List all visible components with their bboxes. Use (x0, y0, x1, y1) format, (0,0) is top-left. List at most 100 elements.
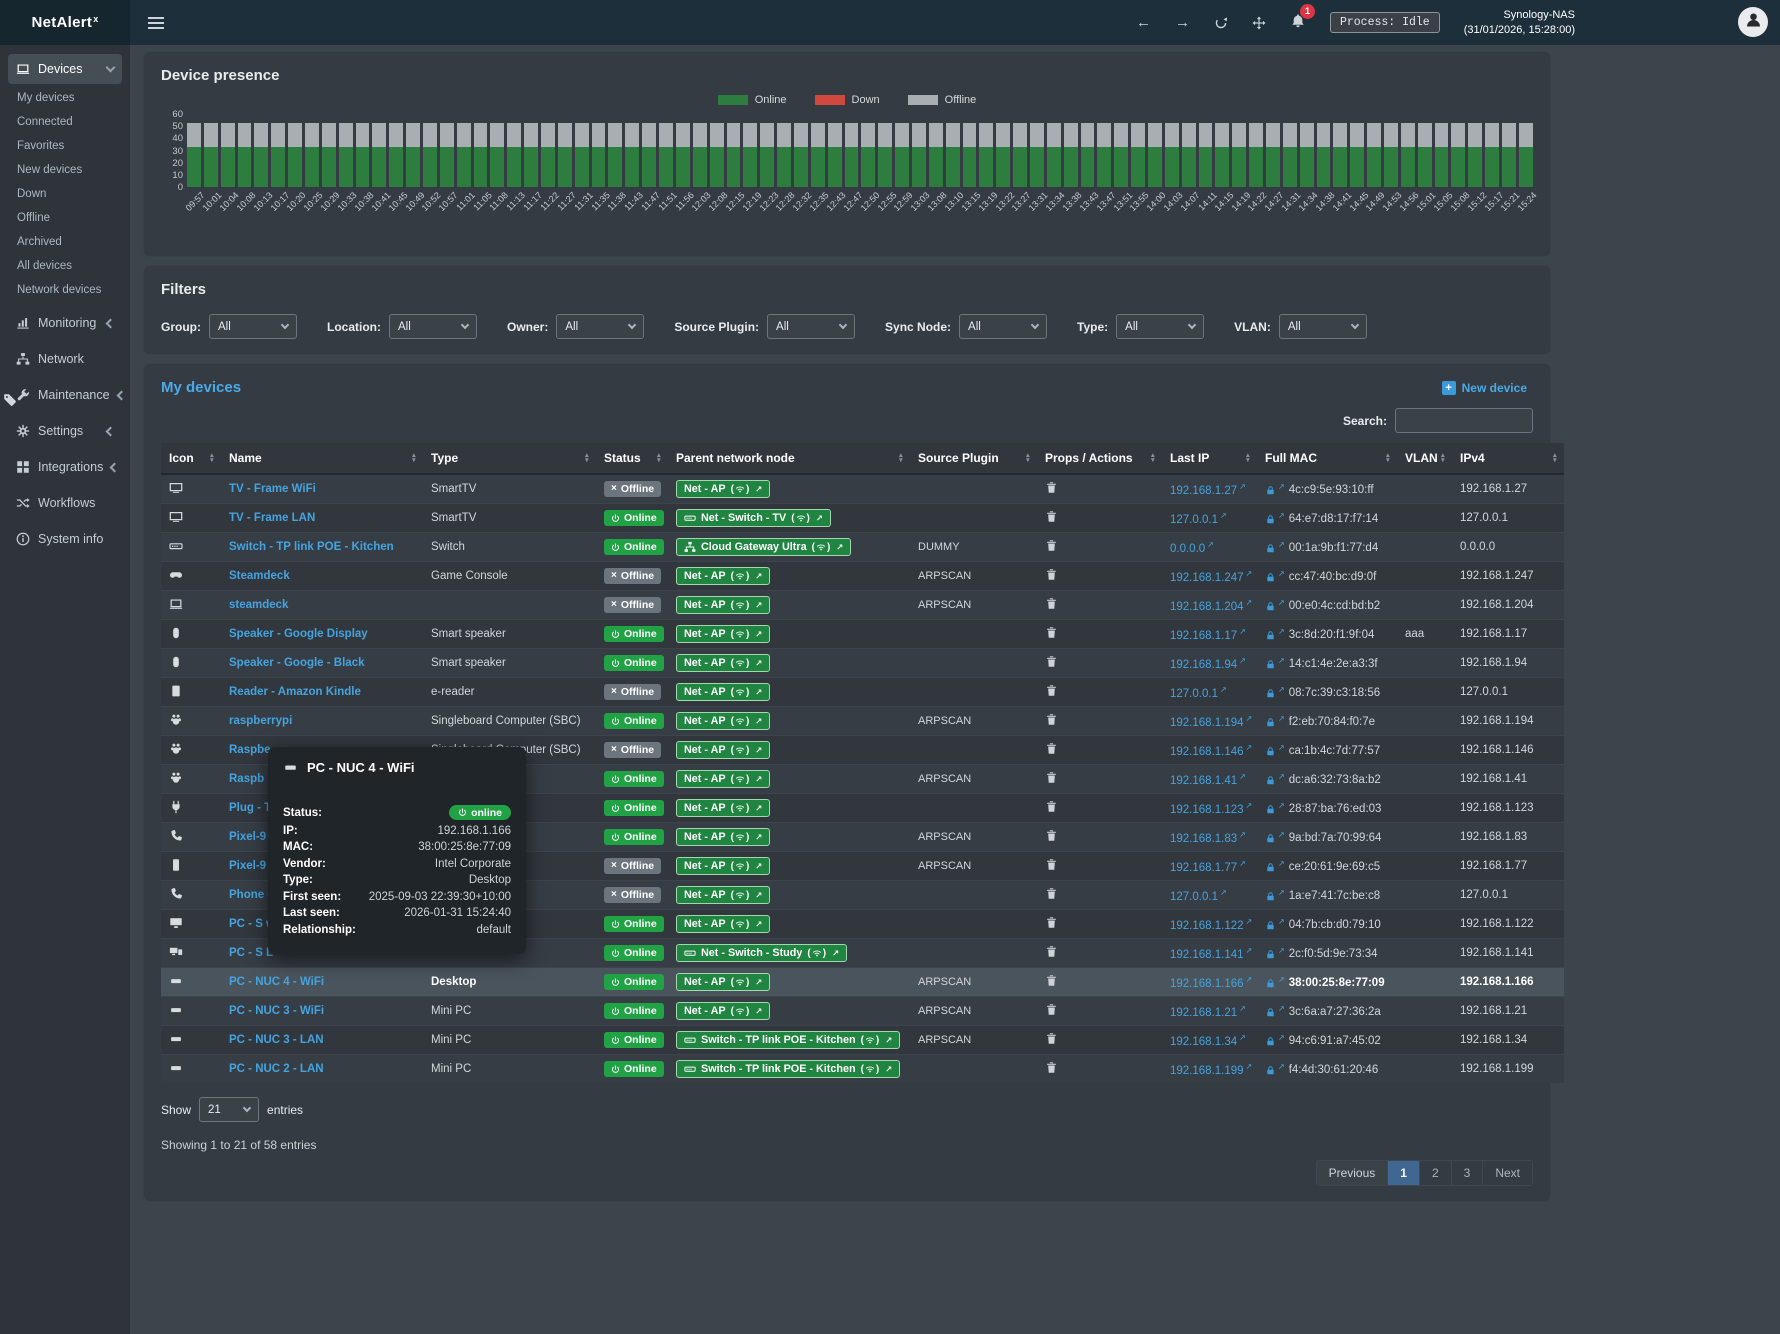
filter-source-plugin-select[interactable]: All (767, 314, 855, 339)
parent-node-button[interactable]: Net - AP()↗ (676, 480, 770, 498)
delete-icon[interactable] (1045, 568, 1058, 581)
last-ip-link[interactable]: 192.168.1.34 (1170, 1035, 1237, 1047)
last-ip-link[interactable]: 192.168.1.141 (1170, 948, 1244, 960)
device-row[interactable]: PC - NUC 3 - LANMini PCOnlineSwitch - TP… (161, 1026, 1564, 1055)
device-row[interactable]: TV - Frame LANSmartTVOnlineNet - Switch … (161, 504, 1564, 533)
sidebar-item-all-devices[interactable]: All devices (0, 254, 130, 278)
device-row[interactable]: SteamdeckGame Console×OfflineNet - AP()↗… (161, 562, 1564, 591)
device-name-link[interactable]: TV - Frame LAN (229, 512, 315, 524)
device-name-link[interactable]: PC - NUC 4 - WiFi (229, 976, 324, 988)
parent-node-button[interactable]: Net - AP()↗ (676, 654, 770, 672)
sidebar-item-workflows[interactable]: Workflows (8, 488, 122, 518)
device-name-link[interactable]: steamdeck (229, 599, 288, 611)
entries-per-page-select[interactable]: 21 (199, 1097, 259, 1122)
parent-node-button[interactable]: Net - AP()↗ (676, 741, 770, 759)
delete-icon[interactable] (1045, 597, 1058, 610)
delete-icon[interactable] (1045, 510, 1058, 523)
last-ip-link[interactable]: 192.168.1.122 (1170, 919, 1244, 931)
device-row[interactable]: Speaker - Google - BlackSmart speakerOnl… (161, 649, 1564, 678)
lock-icon[interactable] (1265, 862, 1276, 873)
sidebar-item-connected[interactable]: Connected (0, 110, 130, 134)
last-ip-link[interactable]: 192.168.1.123 (1170, 803, 1244, 815)
device-name-link[interactable]: PC - NUC 3 - WiFi (229, 1005, 324, 1017)
parent-node-button[interactable]: Net - AP()↗ (676, 1002, 770, 1020)
device-row[interactable]: Reader - Amazon Kindlee-reader×OfflineNe… (161, 678, 1564, 707)
column-header-name[interactable]: Name▲▼ (221, 443, 423, 474)
last-ip-link[interactable]: 127.0.0.1 (1170, 687, 1218, 699)
lock-icon[interactable] (1265, 659, 1276, 670)
device-name-link[interactable]: PC - S L (229, 947, 273, 959)
device-name-link[interactable]: Raspb (229, 773, 264, 785)
delete-icon[interactable] (1045, 1003, 1058, 1016)
parent-node-button[interactable]: Net - AP()↗ (676, 915, 770, 933)
column-header-status[interactable]: Status▲▼ (596, 443, 668, 474)
device-name-link[interactable]: Pixel-9 (229, 831, 266, 843)
sidebar-item-integrations[interactable]: Integrations (8, 452, 122, 482)
search-input[interactable] (1395, 408, 1533, 433)
filter-sync-node-select[interactable]: All (959, 314, 1047, 339)
lock-icon[interactable] (1265, 688, 1276, 699)
parent-node-button[interactable]: Net - AP()↗ (676, 625, 770, 643)
delete-icon[interactable] (1045, 800, 1058, 813)
device-row[interactable]: PC - NUC 3 - WiFiMini PCOnlineNet - AP()… (161, 997, 1564, 1026)
fullscreen-icon[interactable] (1252, 16, 1266, 30)
sidebar-item-new-devices[interactable]: New devices (0, 158, 130, 182)
last-ip-link[interactable]: 192.168.1.41 (1170, 774, 1237, 786)
parent-node-button[interactable]: Net - AP()↗ (676, 770, 770, 788)
last-ip-link[interactable]: 192.168.1.247 (1170, 571, 1244, 583)
lock-icon[interactable] (1265, 601, 1276, 612)
parent-node-button[interactable]: Net - AP()↗ (676, 683, 770, 701)
last-ip-link[interactable]: 192.168.1.94 (1170, 658, 1237, 670)
notifications-bell-icon[interactable]: 1 (1290, 13, 1306, 33)
delete-icon[interactable] (1045, 626, 1058, 639)
delete-icon[interactable] (1045, 1032, 1058, 1045)
user-avatar[interactable] (1738, 7, 1768, 37)
sidebar-item-my-devices[interactable]: My devices (0, 86, 130, 110)
parent-node-button[interactable]: Net - AP()↗ (676, 973, 770, 991)
last-ip-link[interactable]: 192.168.1.21 (1170, 1006, 1237, 1018)
lock-icon[interactable] (1265, 891, 1276, 902)
device-name-link[interactable]: Reader - Amazon Kindle (229, 686, 361, 698)
sidebar-item-system-info[interactable]: System info (8, 524, 122, 554)
last-ip-link[interactable]: 192.168.1.27 (1170, 484, 1237, 496)
filter-type-select[interactable]: All (1116, 314, 1204, 339)
device-name-link[interactable]: Steamdeck (229, 570, 290, 582)
device-row[interactable]: Speaker - Google DisplaySmart speakerOnl… (161, 620, 1564, 649)
lock-icon[interactable] (1265, 572, 1276, 583)
device-row[interactable]: Switch - TP link POE - KitchenSwitchOnli… (161, 533, 1564, 562)
parent-node-button[interactable]: Net - AP()↗ (676, 828, 770, 846)
delete-icon[interactable] (1045, 539, 1058, 552)
column-header-full-mac[interactable]: Full MAC▲▼ (1257, 443, 1397, 474)
filter-vlan-select[interactable]: All (1279, 314, 1367, 339)
delete-icon[interactable] (1045, 742, 1058, 755)
device-name-link[interactable]: TV - Frame WiFi (229, 483, 316, 495)
lock-icon[interactable] (1265, 833, 1276, 844)
device-row[interactable]: TV - Frame WiFiSmartTV×OfflineNet - AP()… (161, 474, 1564, 504)
device-name-link[interactable]: raspberrypi (229, 715, 292, 727)
device-row[interactable]: PC - NUC 2 - LANMini PCOnlineSwitch - TP… (161, 1055, 1564, 1084)
device-name-link[interactable]: Speaker - Google - Black (229, 657, 365, 669)
brand-logo[interactable]: NetAlertx (0, 0, 130, 45)
column-header-vlan[interactable]: VLAN▲▼ (1397, 443, 1452, 474)
lock-icon[interactable] (1265, 1065, 1276, 1076)
sidebar-item-devices[interactable]: Devices (8, 54, 122, 84)
last-ip-link[interactable]: 0.0.0.0 (1170, 542, 1205, 554)
device-name-link[interactable]: Plug - T (229, 802, 271, 814)
delete-icon[interactable] (1045, 713, 1058, 726)
new-device-button[interactable]: + New device (1436, 380, 1533, 396)
delete-icon[interactable] (1045, 916, 1058, 929)
last-ip-link[interactable]: 192.168.1.17 (1170, 629, 1237, 641)
sidebar-item-offline[interactable]: Offline (0, 206, 130, 230)
column-header-ipv4[interactable]: IPv4▲▼ (1452, 443, 1564, 474)
refresh-icon[interactable] (1214, 16, 1228, 30)
lock-icon[interactable] (1265, 717, 1276, 728)
column-header-type[interactable]: Type▲▼ (423, 443, 596, 474)
device-name-link[interactable]: Raspbe (229, 744, 271, 756)
sidebar-item-archived[interactable]: Archived (0, 230, 130, 254)
device-name-link[interactable]: PC - NUC 3 - LAN (229, 1034, 324, 1046)
sidebar-item-settings[interactable]: Settings (8, 416, 122, 446)
parent-node-button[interactable]: Net - AP()↗ (676, 857, 770, 875)
parent-node-button[interactable]: Net - AP()↗ (676, 886, 770, 904)
delete-icon[interactable] (1045, 974, 1058, 987)
delete-icon[interactable] (1045, 858, 1058, 871)
